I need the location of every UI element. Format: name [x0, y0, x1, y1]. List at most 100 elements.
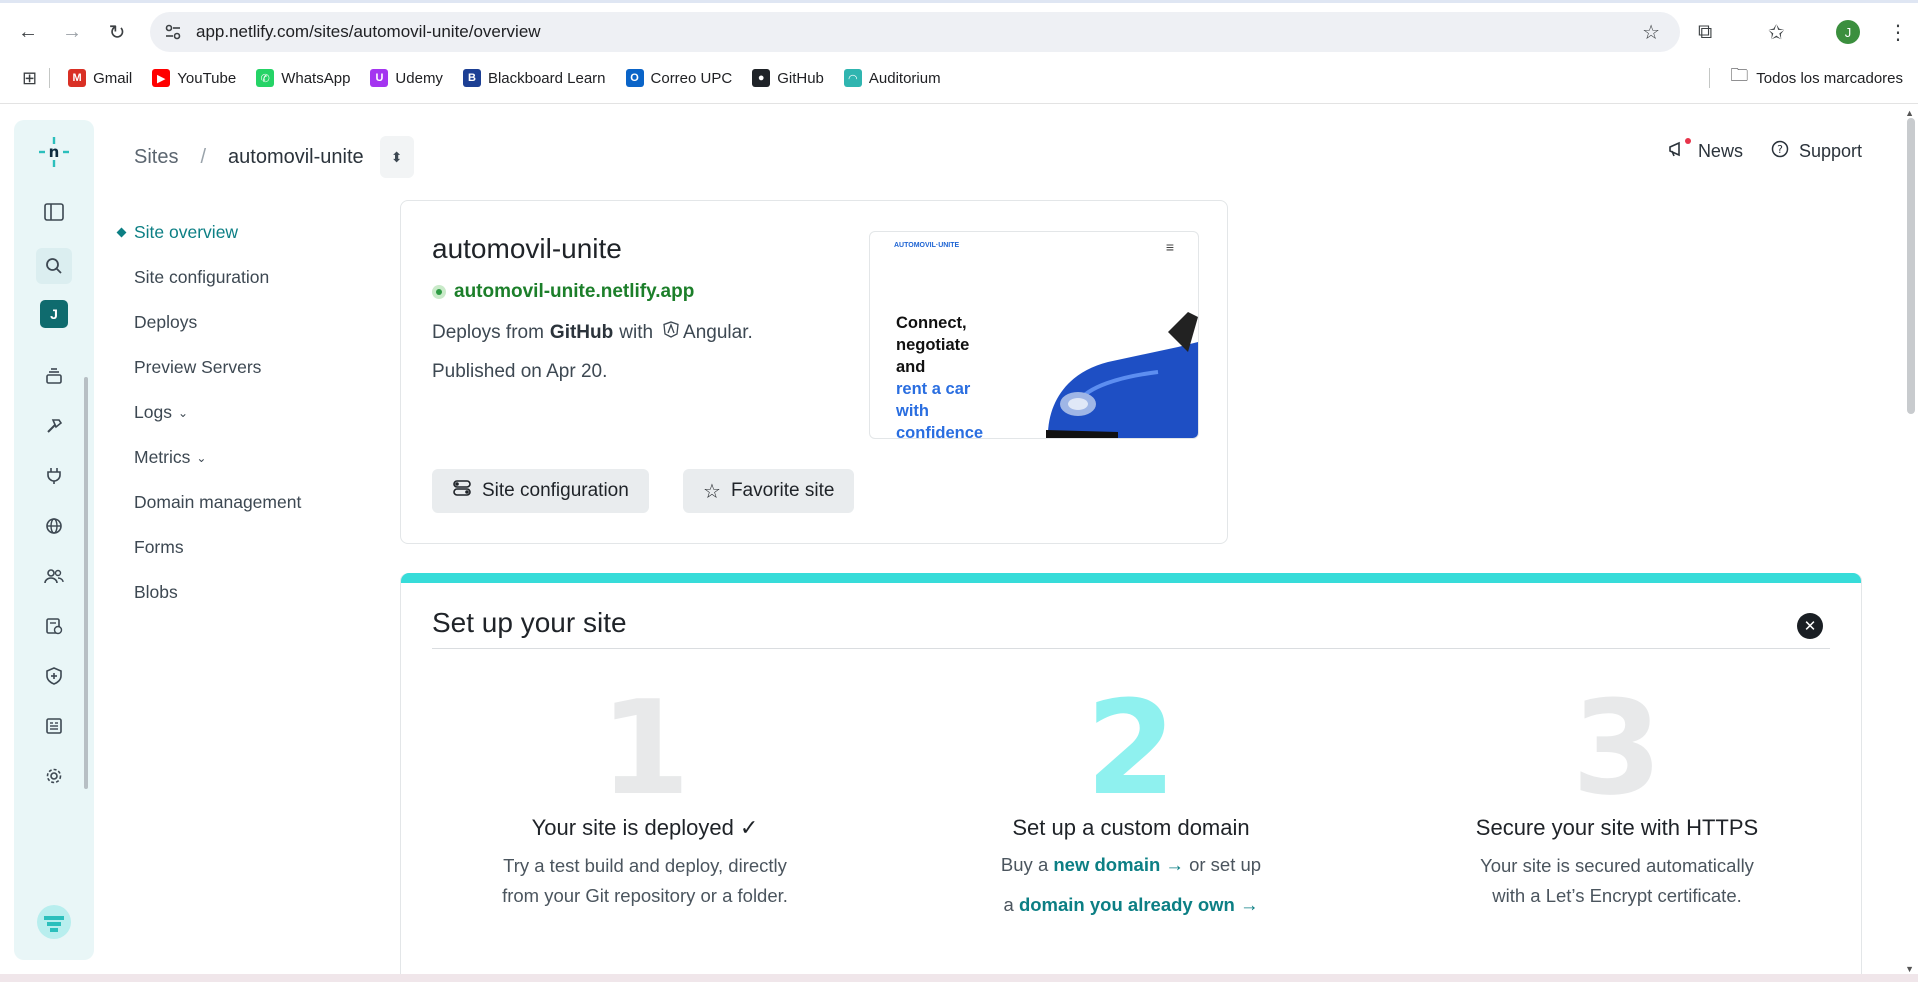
bookmark-udemy[interactable]: U Udemy — [370, 69, 443, 87]
sidenav-item-forms[interactable]: Forms — [116, 525, 356, 570]
bookmark-label: Udemy — [395, 69, 443, 87]
bookmark-list: M Gmail ▶ YouTube ✆ WhatsApp U Udemy B Blackboard… — [68, 69, 961, 87]
sidenav-item-domain-management[interactable]: Domain management — [116, 480, 356, 525]
browser-chrome: ← → ↻ app.netlify.com/sites/automovil-un… — [0, 0, 1918, 104]
site-info-icon[interactable] — [162, 21, 184, 43]
sites-stack-icon[interactable] — [36, 358, 72, 394]
bookmark-blackboard-learn[interactable]: B Blackboard Learn — [462, 69, 606, 87]
close-icon: ✕ — [1803, 618, 1817, 635]
tab-strip — [0, 0, 1918, 3]
step-desc-line: from your Git repository or a folder. — [502, 885, 788, 906]
builds-hammer-icon[interactable] — [36, 408, 72, 444]
members-icon[interactable] — [36, 558, 72, 594]
preview-line: rent a car — [896, 380, 971, 398]
top-actions: News ? Support — [1668, 138, 1862, 163]
site-preview-thumbnail[interactable]: AUTOMOVIL·UNITE ≡ Connect, negotiate and… — [869, 231, 1199, 439]
step-desc-line: Try a test build and deploy, directly — [503, 855, 787, 876]
bookmark-auditorium[interactable]: ◠ Auditorium — [843, 69, 941, 87]
setup-divider — [432, 648, 1830, 649]
user-avatar[interactable] — [36, 904, 72, 940]
more-vert-icon: ⋮ — [1888, 21, 1908, 44]
apps-grid-icon[interactable]: ⊞ — [22, 68, 37, 89]
forward-button[interactable]: → — [56, 16, 88, 48]
close-setup-button[interactable]: ✕ — [1797, 613, 1823, 639]
bookmark-correo-upc[interactable]: O Correo UPC — [625, 69, 732, 87]
own-domain-link[interactable]: domain you already own → — [1019, 894, 1259, 915]
setup-step-1: 1 Your site is deployed ✓ Try a test bui… — [415, 683, 875, 911]
sidenav-item-logs[interactable]: Logs ⌄ — [116, 390, 356, 435]
sidenav-item-deploys[interactable]: Deploys — [116, 300, 356, 345]
bookmark-gmail[interactable]: M Gmail — [68, 69, 132, 87]
bookmark-whatsapp[interactable]: ✆ WhatsApp — [256, 69, 350, 87]
url-text[interactable]: app.netlify.com/sites/automovil-unite/ov… — [196, 22, 541, 42]
site-switcher-button[interactable]: ⬍ — [379, 136, 414, 178]
sidenav-item-blobs[interactable]: Blobs — [116, 570, 356, 615]
bookmark-label: WhatsApp — [281, 69, 351, 87]
news-label: News — [1697, 141, 1743, 161]
profile-button[interactable]: J — [1836, 16, 1860, 48]
new-domain-link[interactable]: new domain → — [1053, 854, 1184, 875]
setup-accent-bar — [401, 573, 1861, 583]
breadcrumb-current-site: automovil-unite — [228, 145, 364, 168]
scroll-up-icon[interactable]: ▲ — [1905, 108, 1914, 118]
sidenav-label: Site overview — [134, 222, 239, 242]
bookmark-label: GitHub — [777, 69, 824, 87]
github-icon: ● — [752, 69, 771, 87]
team-switcher[interactable]: J — [36, 296, 72, 332]
status-dot-icon — [432, 285, 446, 299]
page-scroll-thumb[interactable] — [1907, 118, 1915, 414]
bookmark-github[interactable]: ● GitHub — [752, 69, 824, 87]
integrations-plug-icon[interactable] — [36, 458, 72, 494]
sidenav-item-site-overview[interactable]: Site overview — [116, 210, 356, 255]
bottom-edge — [0, 974, 1918, 982]
deploys-with: with — [619, 321, 654, 343]
left-rail: n J — [14, 120, 94, 960]
settings-gear-icon[interactable] — [36, 758, 72, 794]
star-outline-icon: ☆ — [703, 480, 721, 503]
back-button[interactable]: ← — [12, 16, 44, 48]
sidenav-label: Blobs — [134, 582, 178, 602]
chrome-menu-button[interactable]: ⋮ — [1888, 16, 1908, 48]
news-button[interactable]: News — [1668, 138, 1743, 163]
preview-line: with — [896, 402, 929, 420]
bookmark-youtube[interactable]: ▶ YouTube — [152, 69, 236, 87]
site-url-link[interactable]: automovil-unite.netlify.app — [432, 281, 694, 303]
extensions-button[interactable]: ⧉ — [1698, 16, 1712, 48]
breadcrumb: Sites / automovil-unite ⬍ — [134, 135, 414, 179]
sidenav-item-site-configuration[interactable]: Site configuration — [116, 255, 356, 300]
udemy-icon: U — [370, 69, 389, 87]
toggle-config-icon — [452, 479, 472, 503]
sidenav-item-preview-servers[interactable]: Preview Servers — [116, 345, 356, 390]
breadcrumb-sites-link[interactable]: Sites — [134, 146, 178, 169]
sidenav-item-metrics[interactable]: Metrics ⌄ — [116, 435, 356, 480]
site-sidenav: Site overview Site configuration Deploys Pr… — [116, 210, 356, 615]
deploy-source: Deploys from GitHub with Angular. — [432, 321, 753, 344]
search-icon[interactable] — [36, 248, 72, 284]
audit-log-icon[interactable] — [36, 608, 72, 644]
bookmark-star-icon[interactable]: ☆ — [1642, 20, 1660, 45]
reload-button[interactable]: ↻ — [101, 16, 133, 48]
site-summary-card: automovil-unite automovil-unite.netlify.… — [400, 200, 1228, 544]
bookmarks-menu-button[interactable]: ✩ — [1768, 16, 1785, 48]
rail-scrollbar[interactable] — [84, 377, 88, 789]
scroll-down-icon[interactable]: ▼ — [1905, 964, 1914, 974]
sidebar-toggle-icon[interactable] — [36, 194, 72, 230]
preview-hero-text: Connect, negotiate and rent a car with c… — [896, 312, 983, 438]
youtube-icon: ▶ — [152, 69, 171, 87]
site-configuration-button[interactable]: Site configuration — [432, 469, 649, 513]
billing-icon[interactable] — [36, 708, 72, 744]
domains-globe-icon[interactable] — [36, 508, 72, 544]
favorite-site-button[interactable]: ☆ Favorite site — [683, 469, 855, 513]
netlify-logo-icon[interactable]: n — [36, 134, 72, 170]
all-bookmarks-folder[interactable]: 🗀 Todos los marcadores — [1709, 60, 1903, 96]
support-button[interactable]: ? Support — [1771, 140, 1862, 163]
security-shield-icon[interactable] — [36, 658, 72, 694]
site-name: automovil-unite — [432, 233, 622, 264]
reload-icon: ↻ — [108, 21, 126, 44]
star-list-icon: ✩ — [1768, 21, 1785, 44]
address-bar[interactable]: app.netlify.com/sites/automovil-unite/ov… — [150, 12, 1680, 52]
sidenav-label: Forms — [134, 537, 184, 557]
step-desc-line: with a Let’s Encrypt certificate. — [1492, 885, 1742, 906]
all-bookmarks-label: Todos los marcadores — [1756, 69, 1903, 87]
bookmarks-bar: ⊞ M Gmail ▶ YouTube ✆ WhatsApp U Udemy B Blackboa… — [0, 60, 1918, 96]
